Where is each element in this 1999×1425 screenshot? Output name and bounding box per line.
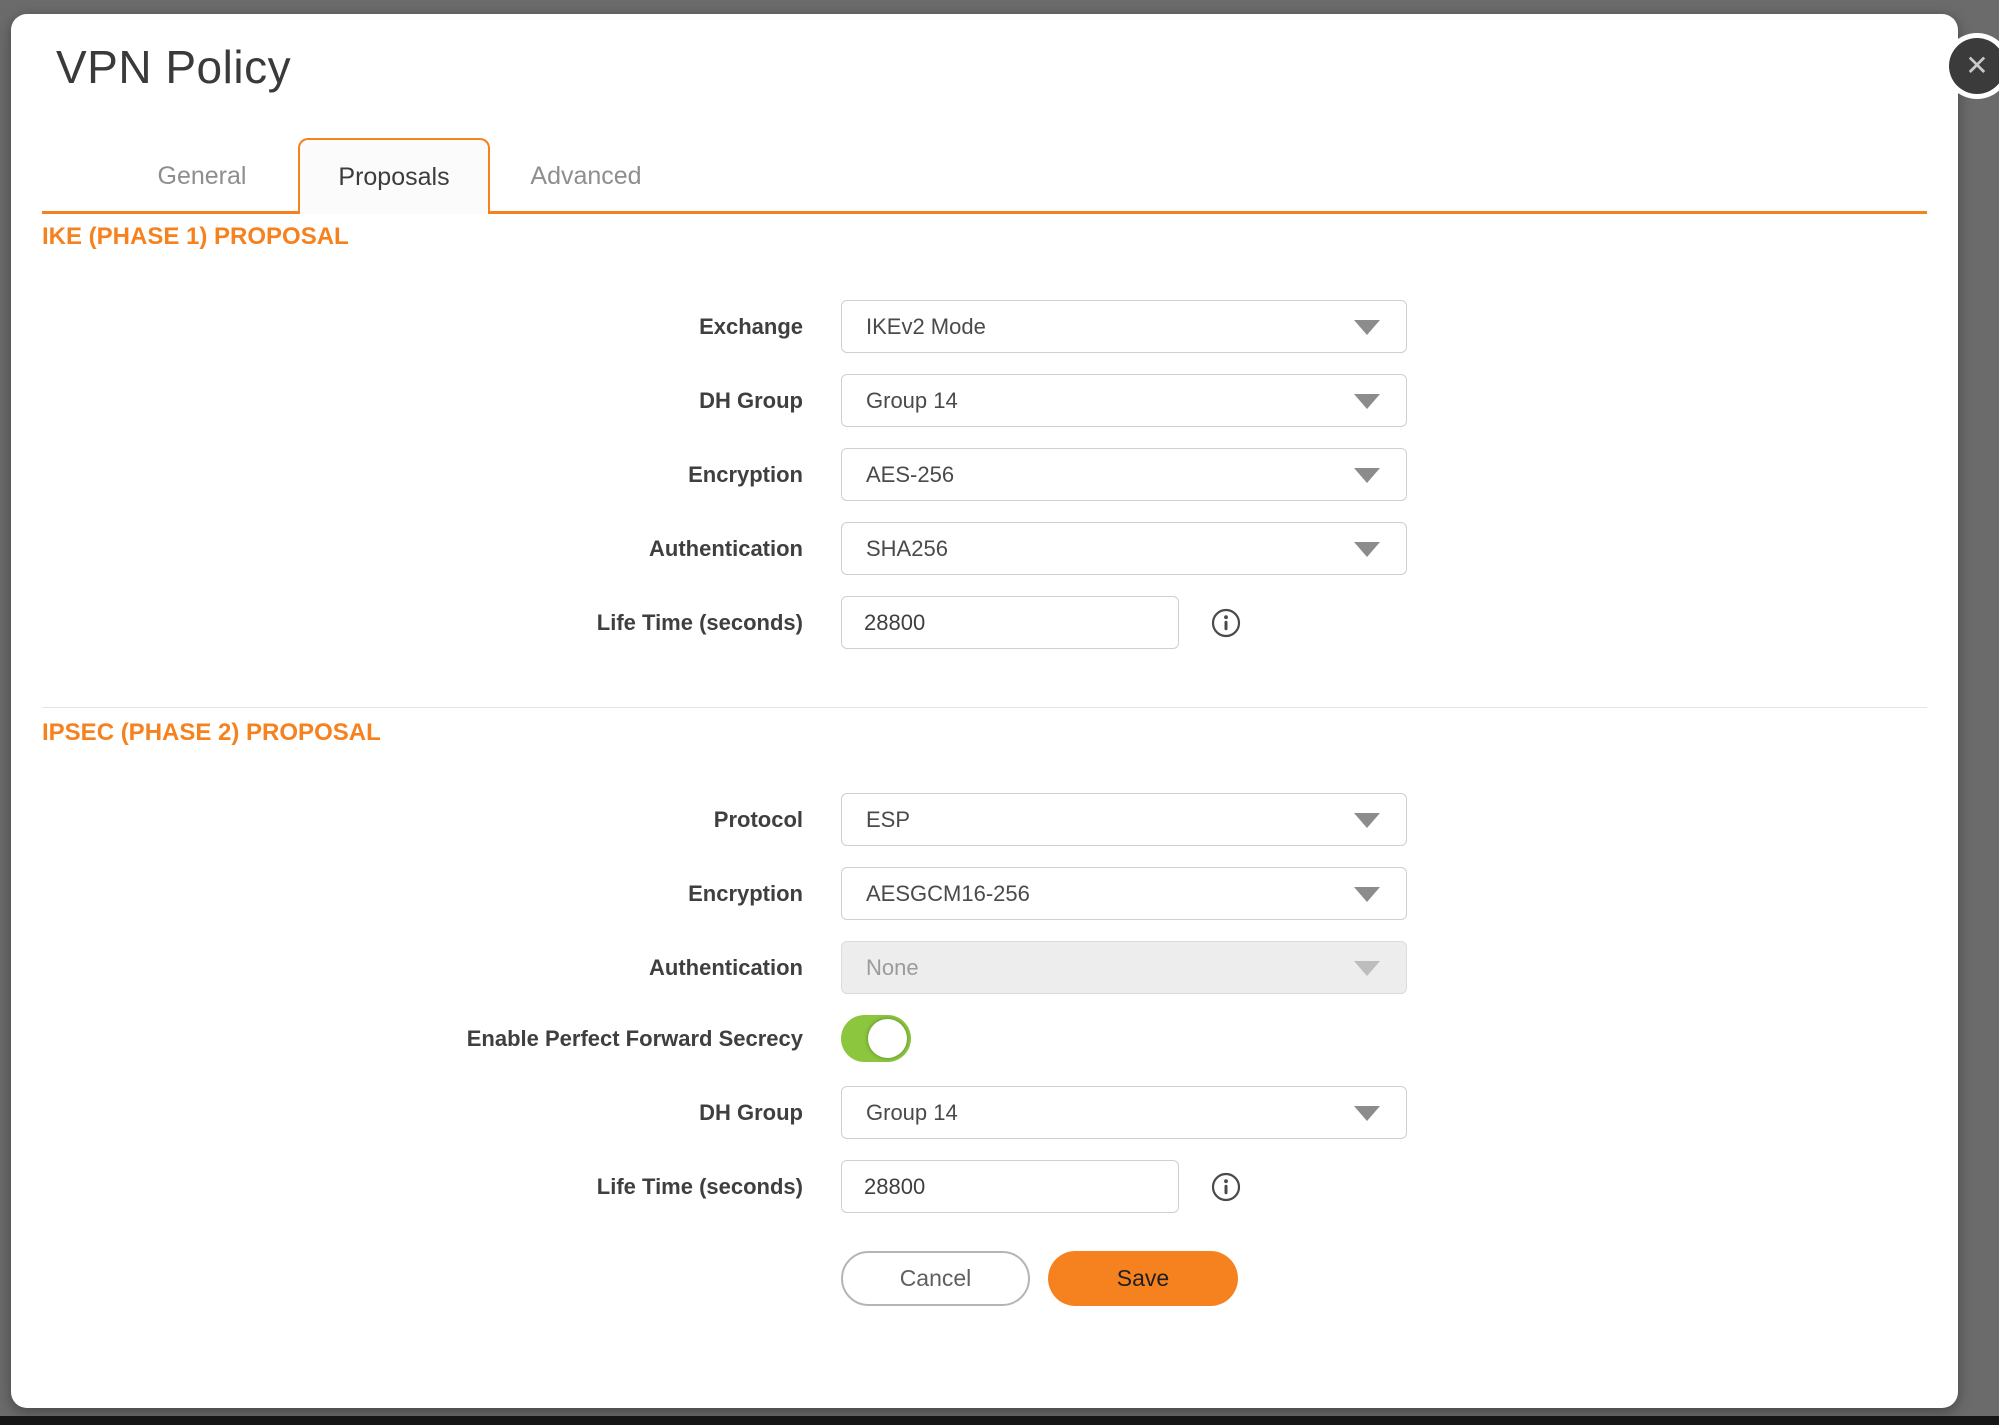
dropdown-arrow-icon [1354, 320, 1380, 335]
encryption-p2-select-value: AESGCM16-256 [866, 881, 1030, 907]
page-bottom-edge [0, 1416, 1999, 1425]
dropdown-arrow-icon [1354, 394, 1380, 409]
lifetime-p2-label: Life Time (seconds) [42, 1174, 803, 1200]
authentication-p2-row: Authentication None [42, 941, 1927, 994]
pfs-label: Enable Perfect Forward Secrecy [42, 1026, 803, 1052]
protocol-row: Protocol ESP [42, 793, 1927, 846]
pfs-toggle[interactable] [841, 1015, 911, 1062]
dropdown-arrow-icon [1354, 813, 1380, 828]
dropdown-arrow-icon [1354, 542, 1380, 557]
close-button[interactable]: ✕ [1949, 38, 1999, 94]
lifetime-input[interactable] [841, 596, 1179, 649]
encryption-select-value: AES-256 [866, 462, 954, 488]
info-icon[interactable] [1211, 1172, 1241, 1202]
tab-proposals[interactable]: Proposals [298, 138, 490, 214]
encryption-p2-row: Encryption AESGCM16-256 [42, 867, 1927, 920]
info-icon[interactable] [1211, 608, 1241, 638]
tab-proposals-label: Proposals [338, 163, 449, 192]
tab-advanced[interactable]: Advanced [490, 138, 682, 214]
lifetime-row: Life Time (seconds) [42, 596, 1927, 649]
tab-advanced-label: Advanced [530, 162, 641, 191]
dh-group-p2-select-value: Group 14 [866, 1100, 958, 1126]
encryption-select[interactable]: AES-256 [841, 448, 1407, 501]
exchange-label: Exchange [42, 314, 803, 340]
dh-group-select[interactable]: Group 14 [841, 374, 1407, 427]
dh-group-p2-select[interactable]: Group 14 [841, 1086, 1407, 1139]
dialog-footer: Cancel Save [841, 1251, 1927, 1306]
pfs-row: Enable Perfect Forward Secrecy [42, 1015, 1927, 1062]
exchange-select-value: IKEv2 Mode [866, 314, 986, 340]
encryption-row: Encryption AES-256 [42, 448, 1927, 501]
save-button[interactable]: Save [1048, 1251, 1238, 1306]
dh-group-p2-label: DH Group [42, 1100, 803, 1126]
protocol-select-value: ESP [866, 807, 910, 833]
protocol-select[interactable]: ESP [841, 793, 1407, 846]
ike-phase1-heading: IKE (PHASE 1) PROPOSAL [42, 222, 1927, 252]
lifetime-p2-input[interactable] [841, 1160, 1179, 1213]
authentication-p2-select: None [841, 941, 1407, 994]
tab-bar: General Proposals Advanced [42, 138, 1927, 214]
cancel-button[interactable]: Cancel [841, 1251, 1030, 1306]
authentication-p2-label: Authentication [42, 955, 803, 981]
protocol-label: Protocol [42, 807, 803, 833]
section-divider [42, 707, 1927, 708]
tab-general[interactable]: General [106, 138, 298, 214]
lifetime-p2-row: Life Time (seconds) [42, 1160, 1927, 1213]
close-icon: ✕ [1965, 52, 1988, 80]
authentication-row: Authentication SHA256 [42, 522, 1927, 575]
tab-general-label: General [158, 162, 247, 191]
dh-group-label: DH Group [42, 388, 803, 414]
page-title: VPN Policy [56, 40, 1927, 94]
dh-group-select-value: Group 14 [866, 388, 958, 414]
exchange-row: Exchange IKEv2 Mode [42, 300, 1927, 353]
dropdown-arrow-icon [1354, 468, 1380, 483]
authentication-p2-select-value: None [866, 955, 919, 981]
ipsec-phase2-heading: IPSEC (PHASE 2) PROPOSAL [42, 718, 1927, 748]
authentication-select-value: SHA256 [866, 536, 948, 562]
dropdown-arrow-icon [1354, 961, 1380, 976]
dh-group-row: DH Group Group 14 [42, 374, 1927, 427]
exchange-select[interactable]: IKEv2 Mode [841, 300, 1407, 353]
lifetime-label: Life Time (seconds) [42, 610, 803, 636]
ike-phase1-form: Exchange IKEv2 Mode DH Group Group 14 En… [42, 300, 1927, 649]
encryption-label: Encryption [42, 462, 803, 488]
vpn-policy-dialog: VPN Policy General Proposals Advanced IK… [11, 14, 1958, 1408]
pfs-toggle-knob [868, 1019, 907, 1058]
ipsec-phase2-form: Protocol ESP Encryption AESGCM16-256 Aut… [42, 793, 1927, 1306]
dropdown-arrow-icon [1354, 1106, 1380, 1121]
authentication-select[interactable]: SHA256 [841, 522, 1407, 575]
authentication-label: Authentication [42, 536, 803, 562]
dh-group-p2-row: DH Group Group 14 [42, 1086, 1927, 1139]
dropdown-arrow-icon [1354, 887, 1380, 902]
encryption-p2-label: Encryption [42, 881, 803, 907]
encryption-p2-select[interactable]: AESGCM16-256 [841, 867, 1407, 920]
